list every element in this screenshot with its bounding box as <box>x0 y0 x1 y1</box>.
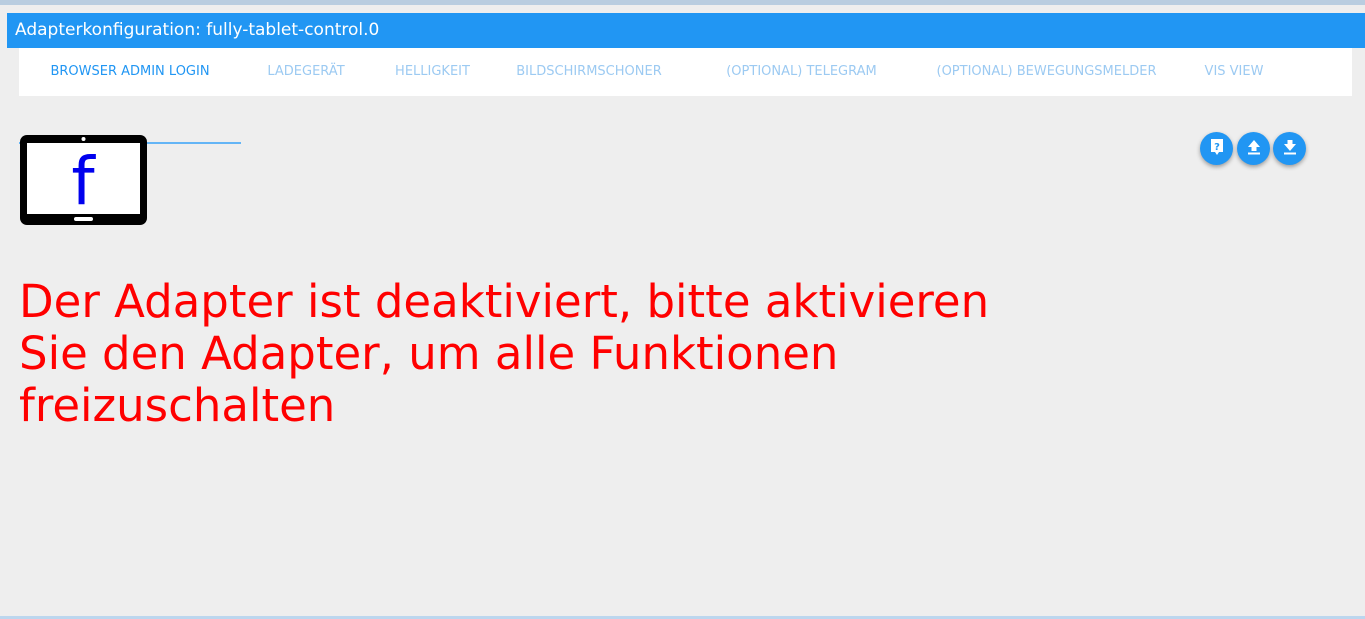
adapter-disabled-warning: Der Adapter ist deaktiviert, bitte aktiv… <box>19 275 990 432</box>
help-button[interactable]: ? <box>1200 132 1233 165</box>
window-top-border <box>0 0 1365 5</box>
download-button[interactable] <box>1273 132 1306 165</box>
tab-vis-view[interactable]: VIS VIEW <box>1174 48 1294 96</box>
tab-helligkeit[interactable]: HELLIGKEIT <box>371 48 494 96</box>
tablet-logo-icon: f <box>19 134 148 226</box>
upload-icon <box>1247 139 1261 159</box>
title-bar: Adapterkonfiguration: fully-tablet-contr… <box>7 13 1365 48</box>
logo-letter: f <box>71 143 96 220</box>
tab-bar: BROWSER ADMIN LOGIN LADEGERÄT HELLIGKEIT… <box>19 48 1352 144</box>
help-icon: ? <box>1209 138 1225 160</box>
window-title: Adapterkonfiguration: fully-tablet-contr… <box>15 20 380 40</box>
tab-bildschirmschoner[interactable]: BILDSCHIRMSCHONER <box>494 48 684 96</box>
tab-telegram[interactable]: (OPTIONAL) TELEGRAM <box>684 48 919 96</box>
tab-ladegeraet[interactable]: LADEGERÄT <box>241 48 371 96</box>
upload-button[interactable] <box>1237 132 1270 165</box>
tab-browser-admin-login[interactable]: BROWSER ADMIN LOGIN <box>19 48 241 96</box>
download-icon <box>1283 139 1297 159</box>
svg-text:?: ? <box>1214 142 1220 153</box>
tab-bewegungsmelder[interactable]: (OPTIONAL) BEWEGUNGSMELDER <box>919 48 1174 96</box>
